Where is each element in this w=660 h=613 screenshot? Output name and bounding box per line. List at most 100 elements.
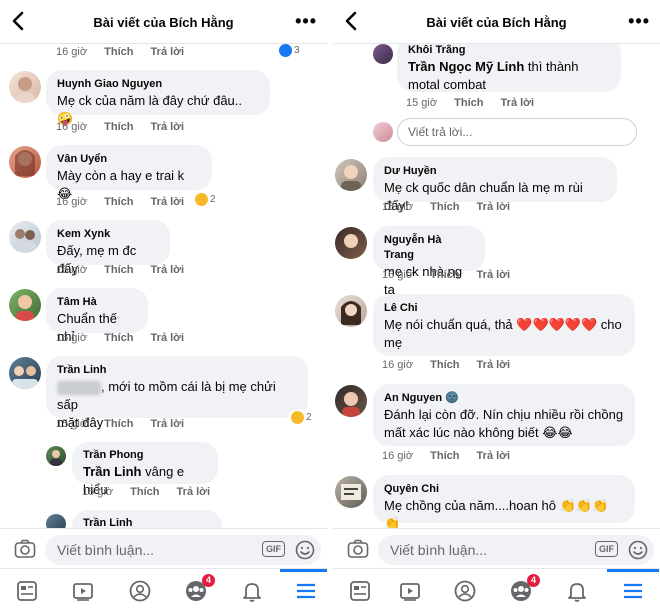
- reaction-count[interactable]: 2: [288, 410, 315, 425]
- watch-icon[interactable]: [71, 579, 95, 603]
- reply-button[interactable]: Trả lời: [151, 332, 185, 344]
- like-button[interactable]: Thích: [104, 332, 133, 344]
- comment-text: Mẹ nói chuẩn quá, thả ❤️❤️❤️❤️❤️ cho: [384, 317, 622, 332]
- comment-input[interactable]: Viết bình luận... GIF: [378, 535, 654, 565]
- comment-time: 16 giờ: [56, 264, 88, 276]
- comment-meta: 16 giờ Thích Trả lời: [56, 46, 198, 58]
- right-screen: Bài viết của Bích Hằng ••• Khôi Trắng Tr…: [333, 0, 660, 613]
- comment-bubble: Kem Xynk Đấy, mẹ m đc đấy: [46, 220, 170, 276]
- commenter-name[interactable]: Nguyễn Hà Trang: [384, 233, 474, 263]
- like-button[interactable]: Thích: [104, 121, 133, 133]
- comment-meta: 16 giờ Thích Trả lời: [382, 269, 524, 281]
- reply-button[interactable]: Trả lời: [151, 418, 185, 430]
- reply-input[interactable]: Viết trả lời...: [397, 118, 637, 146]
- gif-button[interactable]: GIF: [595, 541, 618, 557]
- avatar[interactable]: [335, 295, 367, 327]
- bell-icon[interactable]: [240, 579, 264, 603]
- avatar[interactable]: [335, 476, 367, 508]
- bottom-nav: 4: [0, 568, 327, 613]
- menu-icon[interactable]: [621, 579, 645, 603]
- like-button[interactable]: Thích: [104, 418, 133, 430]
- reaction-count[interactable]: 3: [276, 44, 303, 58]
- menu-icon[interactable]: [294, 579, 318, 603]
- commenter-name[interactable]: Kem Xynk: [57, 227, 159, 242]
- avatar[interactable]: [9, 357, 41, 389]
- comment-meta: 16 giờ Thích Trả lời: [382, 201, 524, 213]
- commenter-name[interactable]: Huynh Giao Nguyen: [57, 77, 259, 92]
- commenter-name[interactable]: Quyên Chi: [384, 482, 624, 497]
- profile-icon[interactable]: [453, 579, 477, 603]
- avatar-photo: [50, 450, 62, 466]
- camera-icon[interactable]: [347, 539, 369, 559]
- commenter-name[interactable]: Lê Chi: [384, 301, 624, 316]
- reply-button[interactable]: Trả lời: [151, 196, 185, 208]
- gif-button[interactable]: GIF: [262, 541, 285, 557]
- commenter-name[interactable]: An Nguyen: [384, 392, 442, 404]
- comment-bubble: Dư Huyền Mẹ ck quốc dân chuẩn là mẹ m rù…: [373, 157, 617, 213]
- like-button[interactable]: Thích: [430, 359, 459, 371]
- reply-button[interactable]: Trả lời: [151, 121, 185, 133]
- avatar[interactable]: [9, 221, 41, 253]
- comment-input[interactable]: Viết bình luận... GIF: [45, 535, 321, 565]
- profile-icon[interactable]: [128, 579, 152, 603]
- comment-list[interactable]: Khôi Trắng Trần Ngọc Mỹ Linh thì thành m…: [333, 44, 660, 528]
- news-feed-icon[interactable]: [15, 579, 39, 603]
- commenter-name[interactable]: Tâm Hà: [57, 295, 137, 310]
- comment-placeholder: Viết bình luận...: [390, 542, 488, 558]
- avatar[interactable]: [46, 446, 66, 466]
- reply-button[interactable]: Trả lời: [501, 97, 535, 109]
- commenter-name[interactable]: Trần Linh: [83, 516, 211, 528]
- avatar-photo: [16, 295, 34, 321]
- avatar[interactable]: [335, 159, 367, 191]
- groups-tab[interactable]: 4: [184, 574, 215, 603]
- reaction-count-label: 3: [294, 45, 300, 56]
- like-button[interactable]: Thích: [130, 486, 159, 498]
- like-button[interactable]: Thích: [104, 46, 133, 58]
- commenter-name[interactable]: Vân Uyển: [57, 152, 201, 167]
- comment-text: mẹ: [384, 335, 403, 350]
- avatar[interactable]: [9, 71, 41, 103]
- avatar[interactable]: [335, 385, 367, 417]
- mention-link[interactable]: Trần Ngọc Mỹ Linh: [408, 59, 524, 74]
- avatar[interactable]: [373, 44, 393, 64]
- emoji-icon[interactable]: [295, 540, 315, 560]
- like-button[interactable]: Thích: [430, 269, 459, 281]
- camera-icon[interactable]: [14, 539, 36, 559]
- more-options-icon[interactable]: •••: [295, 11, 317, 32]
- like-button[interactable]: Thích: [454, 97, 483, 109]
- avatar[interactable]: [46, 514, 66, 528]
- avatar[interactable]: [9, 146, 41, 178]
- like-button[interactable]: Thích: [104, 196, 133, 208]
- commenter-name[interactable]: Dư Huyền: [384, 164, 606, 179]
- reply-button[interactable]: Trả lời: [151, 46, 185, 58]
- reply-button[interactable]: Trả lời: [477, 359, 511, 371]
- comment-bubble: Lê Chi Mẹ nói chuẩn quá, thả ❤️❤️❤️❤️❤️ …: [373, 294, 635, 356]
- bell-icon[interactable]: [565, 579, 589, 603]
- commenter-name[interactable]: Trần Phong: [83, 448, 207, 463]
- comment-time: 16 giờ: [382, 269, 414, 281]
- reply-button[interactable]: Trả lời: [477, 450, 511, 462]
- avatar[interactable]: [335, 227, 367, 259]
- reply-button[interactable]: Trả lời: [151, 264, 185, 276]
- reaction-count[interactable]: 2: [192, 192, 219, 207]
- reply-button[interactable]: Trả lời: [177, 486, 211, 498]
- commenter-name[interactable]: Trần Linh: [57, 363, 297, 378]
- comment-list[interactable]: 16 giờ Thích Trả lời 3 Huynh Giao Nguyen…: [0, 44, 327, 528]
- reaction-count-label: 2: [210, 194, 216, 205]
- mention-link[interactable]: Trần Linh: [83, 464, 142, 479]
- like-button[interactable]: Thích: [430, 201, 459, 213]
- emoji-icon[interactable]: [628, 540, 648, 560]
- commenter-name[interactable]: Khôi Trắng: [408, 44, 610, 58]
- groups-tab[interactable]: 4: [509, 574, 540, 603]
- reply-button[interactable]: Trả lời: [477, 201, 511, 213]
- avatar-photo: [341, 484, 361, 500]
- like-button[interactable]: Thích: [430, 450, 459, 462]
- notification-badge: 4: [527, 574, 540, 587]
- avatar[interactable]: [9, 289, 41, 321]
- more-options-icon[interactable]: •••: [628, 11, 650, 32]
- comment-meta: 16 giờ Thích Trả lời: [382, 359, 524, 371]
- watch-icon[interactable]: [398, 579, 422, 603]
- reply-button[interactable]: Trả lời: [477, 269, 511, 281]
- like-button[interactable]: Thích: [104, 264, 133, 276]
- news-feed-icon[interactable]: [348, 579, 372, 603]
